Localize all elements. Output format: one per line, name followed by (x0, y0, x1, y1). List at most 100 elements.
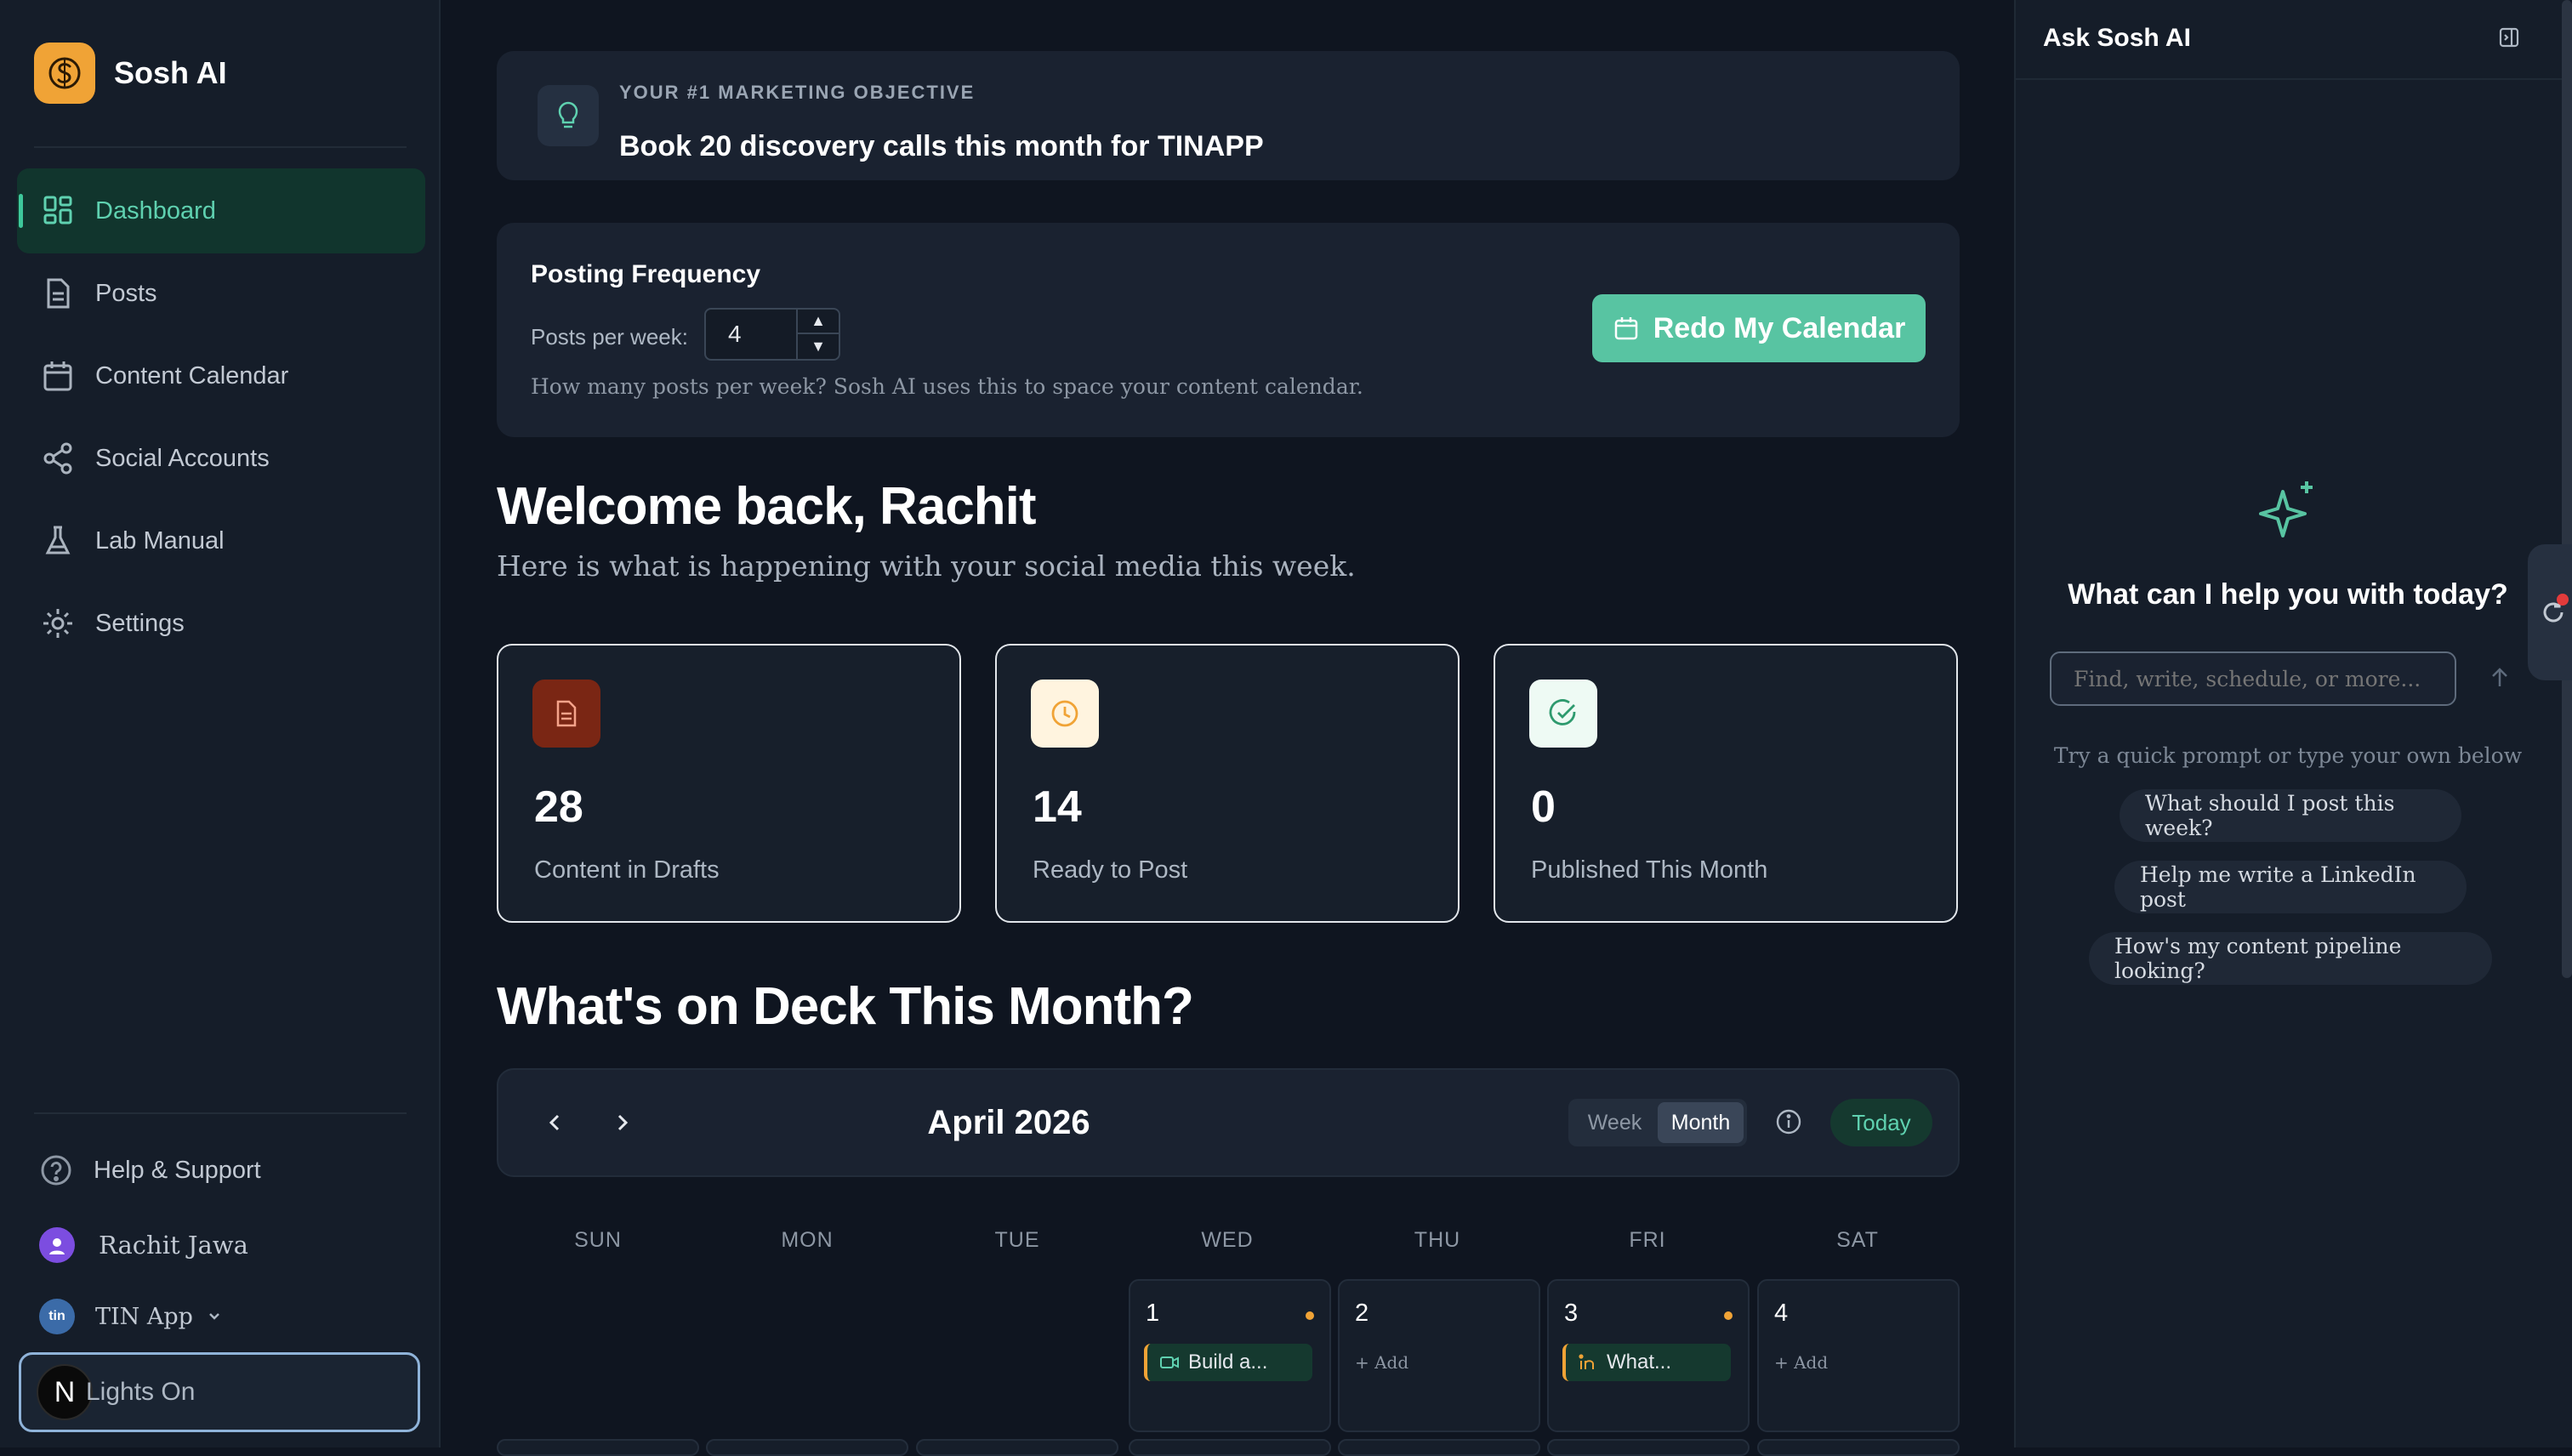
deck-title: What's on Deck This Month? (497, 977, 1194, 1036)
nav-label: Social Accounts (95, 444, 270, 472)
day-number: 1 (1146, 1300, 1160, 1327)
stat-label: Content in Drafts (534, 856, 720, 884)
event-title: What... (1607, 1351, 1672, 1374)
weekday-label: MON (781, 1228, 834, 1252)
increment-button[interactable]: ▲ (798, 310, 839, 334)
nav-item-social-accounts[interactable]: Social Accounts (17, 416, 425, 501)
workspace-switcher[interactable]: tin TIN App (39, 1299, 222, 1334)
brand-name: Sosh AI (114, 55, 227, 90)
scrollbar[interactable] (2562, 0, 2572, 978)
calendar-day[interactable] (1338, 1439, 1540, 1456)
weekday-label: SAT (1836, 1228, 1879, 1252)
weekday-label: SUN (574, 1228, 622, 1252)
calendar-day[interactable] (916, 1439, 1118, 1456)
frequency-help-text: How many posts per week? Sosh AI uses th… (531, 374, 1363, 399)
weekday-label: THU (1414, 1228, 1461, 1252)
frequency-title: Posting Frequency (531, 260, 761, 288)
video-icon (1160, 1356, 1179, 1368)
calendar-day[interactable] (1129, 1439, 1331, 1456)
view-month-button[interactable]: Month (1658, 1102, 1744, 1143)
weekday-label: TUE (994, 1228, 1040, 1252)
nav-label: Dashboard (95, 196, 216, 225)
avatar (39, 1227, 75, 1263)
calendar-day[interactable]: 1 Build a... (1129, 1279, 1331, 1432)
posts-per-week-input[interactable] (706, 310, 799, 359)
event-title: Build a... (1188, 1351, 1268, 1374)
calendar-day[interactable]: 4 + Add (1757, 1279, 1960, 1432)
nav-item-lab-manual[interactable]: Lab Manual (17, 498, 425, 583)
calendar-event[interactable]: What... (1562, 1344, 1731, 1381)
posts-per-week-label: Posts per week: (531, 324, 688, 350)
user-profile[interactable]: Rachit Jawa (39, 1227, 248, 1263)
stat-card-drafts[interactable]: 28 Content in Drafts (497, 644, 961, 923)
send-arrow-icon[interactable] (2487, 665, 2512, 691)
nav-item-dashboard[interactable]: Dashboard (17, 168, 425, 253)
clock-icon (1031, 680, 1099, 748)
objective-title: Book 20 discovery calls this month for T… (619, 130, 1264, 162)
dashboard-icon (41, 194, 75, 228)
help-circle-icon (39, 1153, 73, 1187)
welcome-title: Welcome back, Rachit (497, 477, 1037, 536)
nav-item-content-calendar[interactable]: Content Calendar (17, 333, 425, 418)
stepper-buttons: ▲ ▼ (796, 310, 839, 359)
ai-panel-title: Ask Sosh AI (2043, 24, 2191, 52)
today-button[interactable]: Today (1830, 1099, 1932, 1146)
prompt-chip[interactable]: Help me write a LinkedIn post (2114, 861, 2467, 913)
workspace-logo: tin (39, 1299, 75, 1334)
nav-item-posts[interactable]: Posts (17, 251, 425, 336)
theme-badge: N (37, 1364, 93, 1420)
ask-ai-panel: Ask Sosh AI What can I help you with tod… (2014, 0, 2572, 1447)
calendar-event[interactable]: Build a... (1144, 1344, 1312, 1381)
info-icon[interactable] (1774, 1107, 1803, 1136)
weekday-label: WED (1201, 1228, 1254, 1252)
stat-label: Published This Month (1531, 856, 1768, 884)
theme-toggle-label: Lights On (86, 1378, 196, 1406)
weekday-label: FRI (1629, 1228, 1666, 1252)
main-nav: Dashboard Posts Content Calendar Social … (17, 168, 425, 663)
divider (2016, 78, 2572, 80)
nav-label: Lab Manual (95, 526, 225, 555)
collapse-panel-icon[interactable] (2497, 26, 2521, 49)
objective-kicker: YOUR #1 MARKETING OBJECTIVE (619, 82, 976, 103)
nav-label: Content Calendar (95, 361, 289, 390)
redo-calendar-button[interactable]: Redo My Calendar (1592, 294, 1926, 362)
brand[interactable]: Sosh AI (34, 43, 227, 104)
workspace-name: TIN App (95, 1303, 193, 1330)
notification-dot (2557, 594, 2569, 606)
view-week-button[interactable]: Week (1572, 1102, 1658, 1143)
prompt-chip[interactable]: How's my content pipeline looking? (2089, 932, 2492, 985)
divider (34, 146, 407, 148)
stat-value: 14 (1033, 782, 1082, 832)
calendar-day[interactable]: 3 What... (1547, 1279, 1750, 1432)
ai-search-input[interactable] (2050, 651, 2456, 706)
help-label: Help & Support (94, 1156, 261, 1184)
check-circle-icon (1529, 680, 1597, 748)
sosh-logo-icon (34, 43, 95, 104)
posts-per-week-stepper: ▲ ▼ (704, 308, 840, 361)
calendar-day[interactable] (1757, 1439, 1960, 1456)
nav-item-settings[interactable]: Settings (17, 581, 425, 666)
prompt-chip[interactable]: What should I post this week? (2120, 789, 2461, 842)
calendar-day[interactable]: 2 + Add (1338, 1279, 1540, 1432)
add-post-button[interactable]: + Add (1774, 1352, 1828, 1373)
calendar-icon (1614, 317, 1637, 340)
sidebar: Sosh AI Dashboard Posts Content Calendar… (0, 0, 441, 1447)
help-support-link[interactable]: Help & Support (39, 1153, 261, 1187)
calendar-day[interactable] (1547, 1439, 1750, 1456)
stat-card-ready[interactable]: 14 Ready to Post (995, 644, 1460, 923)
theme-toggle[interactable]: N Lights On (19, 1352, 420, 1432)
calendar-month-title: April 2026 (927, 1104, 1090, 1141)
ai-hint: Try a quick prompt or type your own belo… (2053, 743, 2523, 768)
add-post-button[interactable]: + Add (1355, 1352, 1408, 1373)
calendar-day[interactable] (706, 1439, 908, 1456)
floating-widget-tab[interactable] (2528, 544, 2572, 680)
document-icon (532, 680, 600, 748)
nav-label: Posts (95, 279, 157, 307)
linkedin-icon (1579, 1354, 1594, 1369)
calendar-header: April 2026 Week Month Today (497, 1068, 1960, 1177)
ai-question: What can I help you with today? (2068, 578, 2508, 611)
view-toggle: Week Month (1568, 1099, 1747, 1146)
stat-card-published[interactable]: 0 Published This Month (1494, 644, 1958, 923)
decrement-button[interactable]: ▼ (798, 334, 839, 359)
calendar-day[interactable] (497, 1439, 699, 1456)
